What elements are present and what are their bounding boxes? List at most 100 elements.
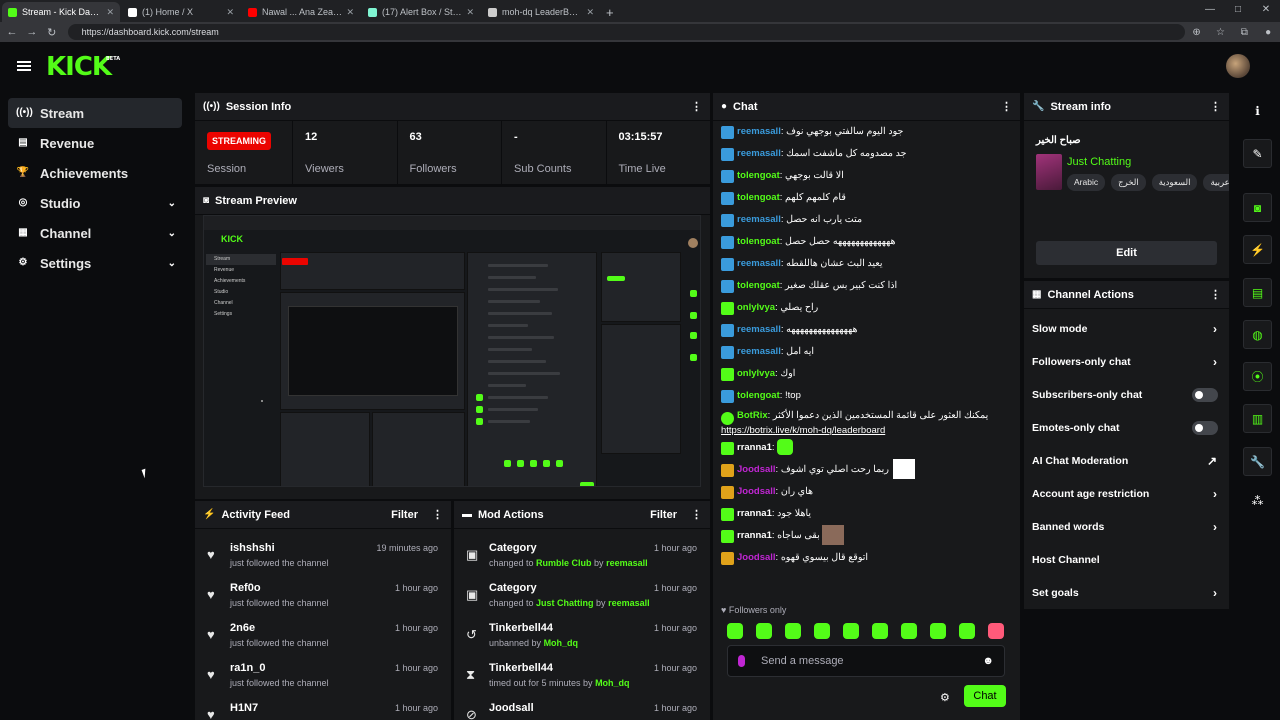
chat-username[interactable]: Joodsall bbox=[737, 464, 776, 475]
reload-icon[interactable]: ↻ bbox=[44, 26, 60, 39]
chat-message[interactable]: reemasall: جود اليوم سالفتي بوجهي نوف bbox=[721, 121, 1015, 143]
chat-message[interactable]: Joodsall: هاي ران bbox=[721, 481, 1015, 503]
emote[interactable] bbox=[843, 623, 859, 639]
sidebar-item-channel[interactable]: ▦ Channel ⌄ bbox=[8, 218, 182, 248]
chat-username[interactable]: rranna1 bbox=[737, 442, 772, 453]
more-options-icon[interactable]: ⋮ bbox=[691, 508, 702, 521]
close-icon[interactable]: ✕ bbox=[1252, 0, 1280, 20]
minimize-icon[interactable]: — bbox=[1196, 0, 1224, 20]
chevron-right-icon[interactable]: › bbox=[1213, 322, 1217, 336]
browser-tab[interactable]: Stream - Kick Dashboard ✕ bbox=[2, 2, 120, 22]
profile-icon[interactable]: ● bbox=[1256, 27, 1280, 38]
extensions-icon[interactable]: ⧉ bbox=[1232, 27, 1256, 38]
chat-username[interactable]: BotRix bbox=[737, 410, 768, 421]
chat-message[interactable]: reemasall: ايه امل bbox=[721, 341, 1015, 363]
chevron-down-icon[interactable]: ⌄ bbox=[168, 198, 176, 209]
chat-message[interactable]: onlylvya: اوك bbox=[721, 363, 1015, 385]
close-tab-icon[interactable]: ✕ bbox=[346, 7, 354, 18]
chat-messages[interactable]: reemasall: جود اليوم سالفتي بوجهي نوف ree… bbox=[721, 121, 1015, 603]
chat-message[interactable]: BotRix: يمكنك العثور على قائمة المستخدمي… bbox=[721, 407, 1015, 437]
gear-icon[interactable]: ⚙ bbox=[940, 691, 950, 704]
browser-tab[interactable]: (1) Home / X ✕ bbox=[122, 2, 240, 22]
emote[interactable] bbox=[872, 623, 888, 639]
highlight-category[interactable]: Rumble Club bbox=[536, 558, 592, 568]
moderator-username[interactable]: reemasall bbox=[606, 558, 648, 568]
chat-username[interactable]: onlylvya bbox=[737, 302, 775, 313]
chat-icon[interactable]: ◍ bbox=[1243, 320, 1272, 349]
apps-icon[interactable]: ⁂ bbox=[1243, 487, 1272, 516]
chevron-down-icon[interactable]: ⌄ bbox=[168, 258, 176, 269]
chat-username[interactable]: rranna1 bbox=[737, 508, 772, 519]
chat-message[interactable]: rranna1: bbox=[721, 437, 1015, 459]
layout-icon[interactable]: ▥ bbox=[1243, 404, 1272, 433]
bookmark-star-icon[interactable]: ☆ bbox=[1209, 27, 1233, 38]
avatar[interactable] bbox=[1226, 54, 1250, 78]
emote[interactable] bbox=[959, 623, 975, 639]
stream-preview-video[interactable]: KICK Stream Revenue Achievements Studio Chan… bbox=[203, 215, 701, 487]
highlight-category[interactable]: Just Chatting bbox=[536, 598, 594, 608]
sidebar-item-revenue[interactable]: ▤ Revenue bbox=[8, 128, 182, 158]
channel-action-item[interactable]: Set goals › bbox=[1024, 576, 1229, 609]
chevron-right-icon[interactable]: › bbox=[1213, 487, 1217, 501]
filter-button[interactable]: Filter bbox=[650, 509, 677, 521]
chat-message[interactable]: reemasall: متت يارب انه حصل bbox=[721, 209, 1015, 231]
browser-tab[interactable]: moh-dq LeaderBoard | The bes✕ bbox=[482, 2, 600, 22]
chat-username[interactable]: reemasall bbox=[737, 258, 781, 269]
chat-username[interactable]: Joodsall bbox=[737, 486, 776, 497]
chat-message[interactable]: rranna1: بقى ساجاه bbox=[721, 525, 1015, 547]
toggle-switch[interactable] bbox=[1192, 387, 1218, 402]
more-options-icon[interactable]: ⋮ bbox=[1210, 288, 1221, 301]
channel-action-item[interactable]: Subscribers-only chat bbox=[1024, 378, 1229, 411]
screen-icon[interactable]: ◙ bbox=[1243, 193, 1272, 222]
back-icon[interactable]: ← bbox=[4, 26, 20, 38]
moderator-username[interactable]: Moh_dq bbox=[544, 638, 579, 648]
chat-message[interactable]: reemasall: هههههههههههههههه bbox=[721, 319, 1015, 341]
zoom-icon[interactable]: ⊕ bbox=[1185, 27, 1209, 38]
emote[interactable] bbox=[727, 623, 743, 639]
chat-username[interactable]: onlylvya bbox=[737, 368, 775, 379]
channel-action-item[interactable]: Emotes-only chat bbox=[1024, 411, 1229, 444]
chevron-right-icon[interactable]: › bbox=[1213, 586, 1217, 600]
forward-icon[interactable]: → bbox=[24, 26, 40, 38]
send-chat-button[interactable]: Chat bbox=[964, 685, 1006, 707]
maximize-icon[interactable]: □ bbox=[1224, 0, 1252, 20]
chevron-right-icon[interactable]: › bbox=[1213, 520, 1217, 534]
chat-username[interactable]: tolengoat bbox=[737, 236, 780, 247]
chat-username[interactable]: reemasall bbox=[737, 126, 781, 137]
chat-username[interactable]: reemasall bbox=[737, 214, 781, 225]
chat-message[interactable]: Joodsall: اتوقع قال بيسوي قهوه bbox=[721, 547, 1015, 569]
info-icon[interactable]: ℹ bbox=[1243, 97, 1272, 126]
kick-logo[interactable]: KICK BETA bbox=[46, 52, 120, 82]
pencil-icon[interactable]: ✎ bbox=[1243, 139, 1272, 168]
document-icon[interactable]: ▤ bbox=[1243, 278, 1272, 307]
more-options-icon[interactable]: ⋮ bbox=[432, 508, 443, 521]
channel-action-item[interactable]: Account age restriction › bbox=[1024, 477, 1229, 510]
chat-message[interactable]: rranna1: ياهلا جود bbox=[721, 503, 1015, 525]
leaderboard-link[interactable]: https://botrix.live/k/moh-dq/leaderboard bbox=[721, 425, 1015, 437]
emote[interactable] bbox=[930, 623, 946, 639]
emote[interactable] bbox=[756, 623, 772, 639]
channel-action-item[interactable]: Host Channel bbox=[1024, 543, 1229, 576]
new-tab-icon[interactable]: + bbox=[606, 5, 614, 20]
lightning-icon[interactable]: ⚡ bbox=[1243, 235, 1272, 264]
filter-button[interactable]: Filter bbox=[391, 509, 418, 521]
channel-action-item[interactable]: Banned words › bbox=[1024, 510, 1229, 543]
external-link-icon[interactable]: ↗ bbox=[1207, 454, 1217, 468]
sidebar-item-achievements[interactable]: 🏆 Achievements bbox=[8, 158, 182, 188]
browser-tab[interactable]: Nawal ... Ana Zealet | أنا زعلت ...✕ bbox=[242, 2, 360, 22]
chat-input[interactable]: Send a message ☻ bbox=[727, 645, 1005, 677]
more-options-icon[interactable]: ⋮ bbox=[1210, 100, 1221, 113]
edit-stream-info-button[interactable]: Edit bbox=[1036, 241, 1217, 265]
chat-username[interactable]: tolengoat bbox=[737, 390, 780, 401]
broadcast-icon[interactable]: ⦿ bbox=[1243, 362, 1272, 391]
moderator-username[interactable]: reemasall bbox=[608, 598, 650, 608]
channel-action-item[interactable]: AI Chat Moderation ↗ bbox=[1024, 444, 1229, 477]
toggle-switch[interactable] bbox=[1192, 420, 1218, 435]
chat-username[interactable]: reemasall bbox=[737, 346, 781, 357]
chat-message[interactable]: tolengoat: !top bbox=[721, 385, 1015, 407]
wrench-icon[interactable]: 🔧 bbox=[1243, 447, 1272, 476]
moderator-username[interactable]: Moh_dq bbox=[595, 678, 630, 688]
browser-tab[interactable]: (17) Alert Box / Streamlabs ✕ bbox=[362, 2, 480, 22]
chat-username[interactable]: reemasall bbox=[737, 148, 781, 159]
chat-username[interactable]: reemasall bbox=[737, 324, 781, 335]
